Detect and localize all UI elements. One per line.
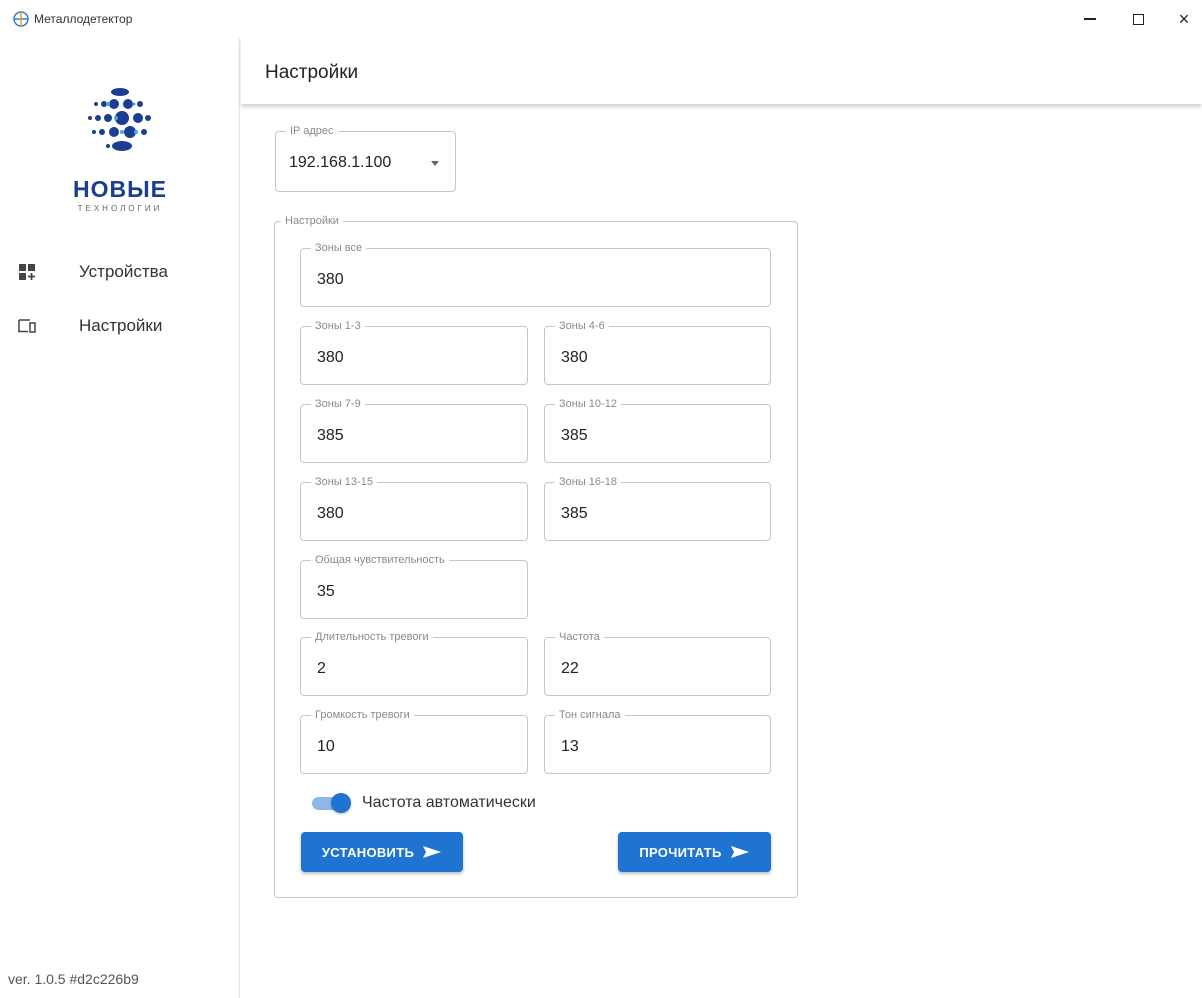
company-logo: НОВЫЕ ТЕХНОЛОГИИ [50,80,190,213]
window-title: Металлодетектор [34,12,133,26]
sidebar-item-devices[interactable]: Устройства [0,252,239,292]
field-value: 380 [317,349,344,366]
field-value: 385 [561,505,588,522]
field-label: Зоны 1-3 [311,319,365,333]
field-value: 2 [317,660,326,677]
zones-16-18-field[interactable]: Зоны 16-18 385 [544,475,771,541]
field-label: Зоны 16-18 [555,475,621,489]
field-label: Зоны 4-6 [555,319,609,333]
field-value: 13 [561,738,579,755]
monitor-settings-icon [18,319,36,333]
set-button[interactable]: УСТАНОВИТЬ [301,832,463,872]
auto-frequency-toggle[interactable] [310,793,351,813]
field-label: Зоны 10-12 [555,397,621,411]
ip-address-value: 192.168.1.100 [289,154,392,171]
maximize-icon [1132,13,1144,25]
title-bar: Металлодетектор × [0,0,1202,38]
send-icon [423,846,442,858]
field-label: Длительность тревоги [311,630,433,644]
logo-text: НОВЫЕ [73,176,167,202]
ip-address-label: IP адрес [286,124,338,138]
field-label: Зоны 7-9 [311,397,365,411]
zones-7-9-field[interactable]: Зоны 7-9 385 [300,397,528,463]
sidebar-item-label: Настройки [79,316,163,335]
settings-group-label: Настройки [281,214,343,228]
zones-10-12-field[interactable]: Зоны 10-12 385 [544,397,771,463]
field-value: 385 [561,427,588,444]
close-icon: × [1178,8,1190,29]
zones-4-6-field[interactable]: Зоны 4-6 380 [544,319,771,385]
logo-subtext: ТЕХНОЛОГИИ [77,204,163,213]
minimize-button[interactable] [1070,4,1110,34]
signal-tone-field[interactable]: Тон сигнала 13 [544,708,771,774]
devices-grid-icon [19,264,35,280]
field-value: 22 [561,660,579,677]
alarm-volume-field[interactable]: Громкость тревоги 10 [300,708,528,774]
field-label: Громкость тревоги [311,708,414,722]
zones-1-3-field[interactable]: Зоны 1-3 380 [300,319,528,385]
auto-frequency-label: Частота автоматически [362,794,536,811]
field-value: 35 [317,583,335,600]
read-button-label: ПРОЧИТАТЬ [639,844,722,860]
page-title: Настройки [265,62,359,83]
field-label: Общая чувствительность [311,553,449,567]
field-label: Зоны 13-15 [311,475,377,489]
sensitivity-field[interactable]: Общая чувствительность 35 [300,553,528,619]
field-value: 380 [317,505,344,522]
app-icon [13,11,29,27]
set-button-label: УСТАНОВИТЬ [321,844,415,860]
maximize-button[interactable] [1118,4,1158,34]
version-label: ver. 1.0.5 #d2c226b9 [8,971,139,987]
zones-13-15-field[interactable]: Зоны 13-15 380 [300,475,528,541]
minimize-icon [1084,18,1096,20]
alarm-duration-field[interactable]: Длительность тревоги 2 [300,630,528,696]
field-label: Зоны все [311,241,367,255]
frequency-field[interactable]: Частота 22 [544,630,771,696]
zones-all-field[interactable]: Зоны все 380 [300,241,771,307]
read-button[interactable]: ПРОЧИТАТЬ [618,832,771,872]
field-value: 380 [317,271,344,288]
send-icon [730,846,749,858]
toggle-thumb [331,793,351,813]
logo-dots-icon [88,88,151,151]
field-label: Тон сигнала [555,708,625,722]
chevron-down-icon [431,161,439,166]
field-value: 10 [317,738,335,755]
field-value: 385 [317,427,344,444]
close-button[interactable]: × [1164,4,1202,34]
field-value: 380 [561,349,588,366]
sidebar: НОВЫЕ ТЕХНОЛОГИИ Устройства Настройки ve… [0,38,240,998]
sidebar-item-label: Устройства [79,262,168,281]
page-header: Настройки [241,38,1202,104]
field-label: Частота [555,630,604,644]
ip-address-select[interactable]: IP адрес 192.168.1.100 [275,124,456,192]
sidebar-item-settings[interactable]: Настройки [0,306,239,346]
